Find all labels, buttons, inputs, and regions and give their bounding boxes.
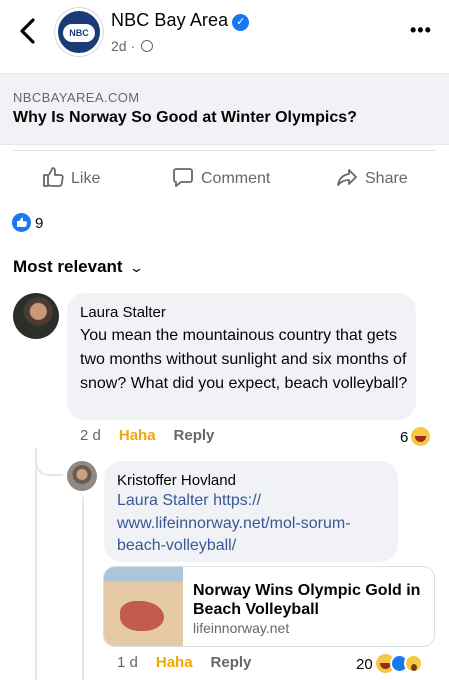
mention-link[interactable]: Laura Stalter bbox=[117, 492, 209, 509]
action-bar: Like Comment Share bbox=[0, 158, 449, 196]
link-card[interactable]: NBCBAYAREA.COM Why Is Norway So Good at … bbox=[0, 73, 449, 145]
like-reaction-icon bbox=[12, 213, 31, 232]
comment-meta: 1 d Haha Reply bbox=[117, 654, 251, 671]
thread-connector bbox=[35, 448, 63, 476]
comment-reaction-count[interactable]: 20 bbox=[356, 654, 423, 673]
reply-thread-line bbox=[82, 497, 84, 680]
haha-reaction-button[interactable]: Haha bbox=[119, 427, 156, 444]
back-arrow-icon[interactable] bbox=[14, 14, 42, 48]
reaction-count: 9 bbox=[35, 215, 44, 232]
comment-bubble: Laura Stalter You mean the mountainous c… bbox=[67, 293, 416, 420]
comment-bubble: Kristoffer Hovland Laura Stalter https:/… bbox=[104, 461, 398, 562]
share-label: Share bbox=[365, 170, 408, 187]
comment-icon bbox=[173, 168, 193, 187]
preview-domain: lifeinnorway.net bbox=[193, 620, 290, 636]
verified-icon: ✓ bbox=[232, 14, 250, 31]
reaction-summary[interactable]: 9 bbox=[12, 213, 43, 232]
comment-text: Laura Stalter https:// www.lifeinnorway.… bbox=[117, 490, 397, 558]
reply-button[interactable]: Reply bbox=[211, 654, 252, 671]
sort-label: Most relevant bbox=[13, 257, 123, 276]
globe-icon bbox=[141, 40, 154, 52]
comment-author[interactable]: Laura Stalter bbox=[80, 304, 166, 321]
chevron-down-icon: ⌄ bbox=[128, 260, 144, 275]
page-avatar[interactable]: NBC bbox=[55, 8, 103, 56]
like-label: Like bbox=[71, 170, 101, 187]
avatar[interactable] bbox=[13, 293, 59, 339]
divider bbox=[13, 150, 436, 151]
haha-reaction-button[interactable]: Haha bbox=[156, 654, 193, 671]
page-name-text[interactable]: NBC Bay Area bbox=[111, 10, 228, 30]
comment-time: 2 d bbox=[80, 427, 101, 444]
post-time: 2d bbox=[111, 38, 127, 54]
comment-meta: 2 d Haha Reply bbox=[80, 427, 214, 444]
link-preview-card[interactable]: Norway Wins Olympic Gold in Beach Volley… bbox=[103, 566, 435, 647]
avatar[interactable] bbox=[67, 461, 97, 491]
like-button[interactable]: Like bbox=[42, 166, 100, 188]
haha-reaction-icon bbox=[411, 427, 431, 446]
wow-reaction-icon bbox=[403, 654, 423, 673]
link-title: Why Is Norway So Good at Winter Olympics… bbox=[13, 109, 357, 126]
comment-author[interactable]: Kristoffer Hovland bbox=[117, 472, 236, 489]
comment-text: You mean the mountainous country that ge… bbox=[80, 327, 408, 392]
reply-button[interactable]: Reply bbox=[174, 427, 215, 444]
sort-dropdown[interactable]: Most relevant ⌄ bbox=[13, 257, 144, 277]
more-icon[interactable]: ••• bbox=[410, 20, 432, 41]
comment-reaction-count[interactable]: 6 bbox=[400, 427, 431, 446]
comment-reaction-number: 6 bbox=[400, 429, 409, 446]
post-meta: 2d · bbox=[111, 38, 154, 54]
share-icon bbox=[337, 169, 357, 186]
page-name[interactable]: NBC Bay Area ✓ bbox=[111, 10, 250, 31]
preview-title: Norway Wins Olympic Gold in Beach Volley… bbox=[193, 582, 421, 618]
comment-reaction-number: 20 bbox=[356, 656, 373, 673]
preview-image bbox=[104, 567, 183, 646]
post-header: NBC NBC Bay Area ✓ 2d · ••• bbox=[0, 0, 449, 72]
nbc-logo: NBC bbox=[63, 24, 95, 42]
like-icon bbox=[43, 167, 64, 187]
link-domain: NBCBAYAREA.COM bbox=[13, 90, 140, 105]
comment-label: Comment bbox=[201, 170, 271, 187]
comment-button[interactable]: Comment bbox=[172, 166, 270, 188]
comment-time: 1 d bbox=[117, 654, 138, 671]
thread-line bbox=[35, 460, 37, 680]
share-button[interactable]: Share bbox=[336, 166, 408, 188]
